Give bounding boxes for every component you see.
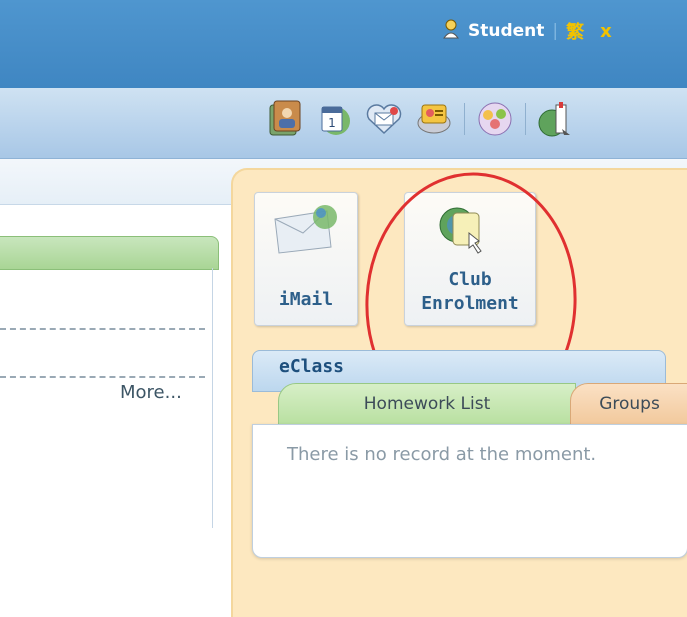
left-content-panel <box>0 236 220 528</box>
more-link[interactable]: More... <box>120 382 182 403</box>
imail-label: iMail <box>278 289 334 310</box>
profile-album-icon[interactable] <box>264 98 304 140</box>
groups-icon[interactable] <box>475 98 515 140</box>
school-globe-icon[interactable] <box>536 98 576 140</box>
shortcut-toolbar: 1 <box>0 88 687 159</box>
news-icon[interactable] <box>414 98 454 140</box>
user-area: Student | 繁 x <box>442 18 612 44</box>
toolbar-divider <box>464 103 465 135</box>
empty-state-message: There is no record at the moment. <box>287 444 597 465</box>
eclass-title: eClass <box>279 356 345 377</box>
eclass-body: There is no record at the moment. <box>252 424 687 558</box>
toolbar-divider-2 <box>525 103 526 135</box>
row-divider <box>0 328 205 330</box>
user-icon <box>442 19 460 43</box>
email-heart-icon[interactable] <box>364 98 404 140</box>
calendar-icon[interactable]: 1 <box>314 98 354 140</box>
imail-icon <box>269 201 339 257</box>
left-panel-header <box>0 236 219 270</box>
tab-homework-list[interactable]: Homework List <box>278 383 576 425</box>
tab-groups[interactable]: Groups <box>570 383 687 425</box>
top-header-bar: Student | 繁 x <box>0 0 687 88</box>
tab-homework-list-label: Homework List <box>363 394 491 414</box>
logout-button[interactable]: x <box>600 21 612 42</box>
row-divider <box>0 376 205 378</box>
header-separator: | <box>552 21 559 41</box>
svg-text:1: 1 <box>328 116 336 130</box>
tab-groups-label: Groups <box>599 394 660 414</box>
language-switch-button[interactable]: 繁 <box>566 18 584 44</box>
imail-button[interactable]: iMail <box>254 192 358 326</box>
user-role-label[interactable]: Student <box>468 21 544 41</box>
